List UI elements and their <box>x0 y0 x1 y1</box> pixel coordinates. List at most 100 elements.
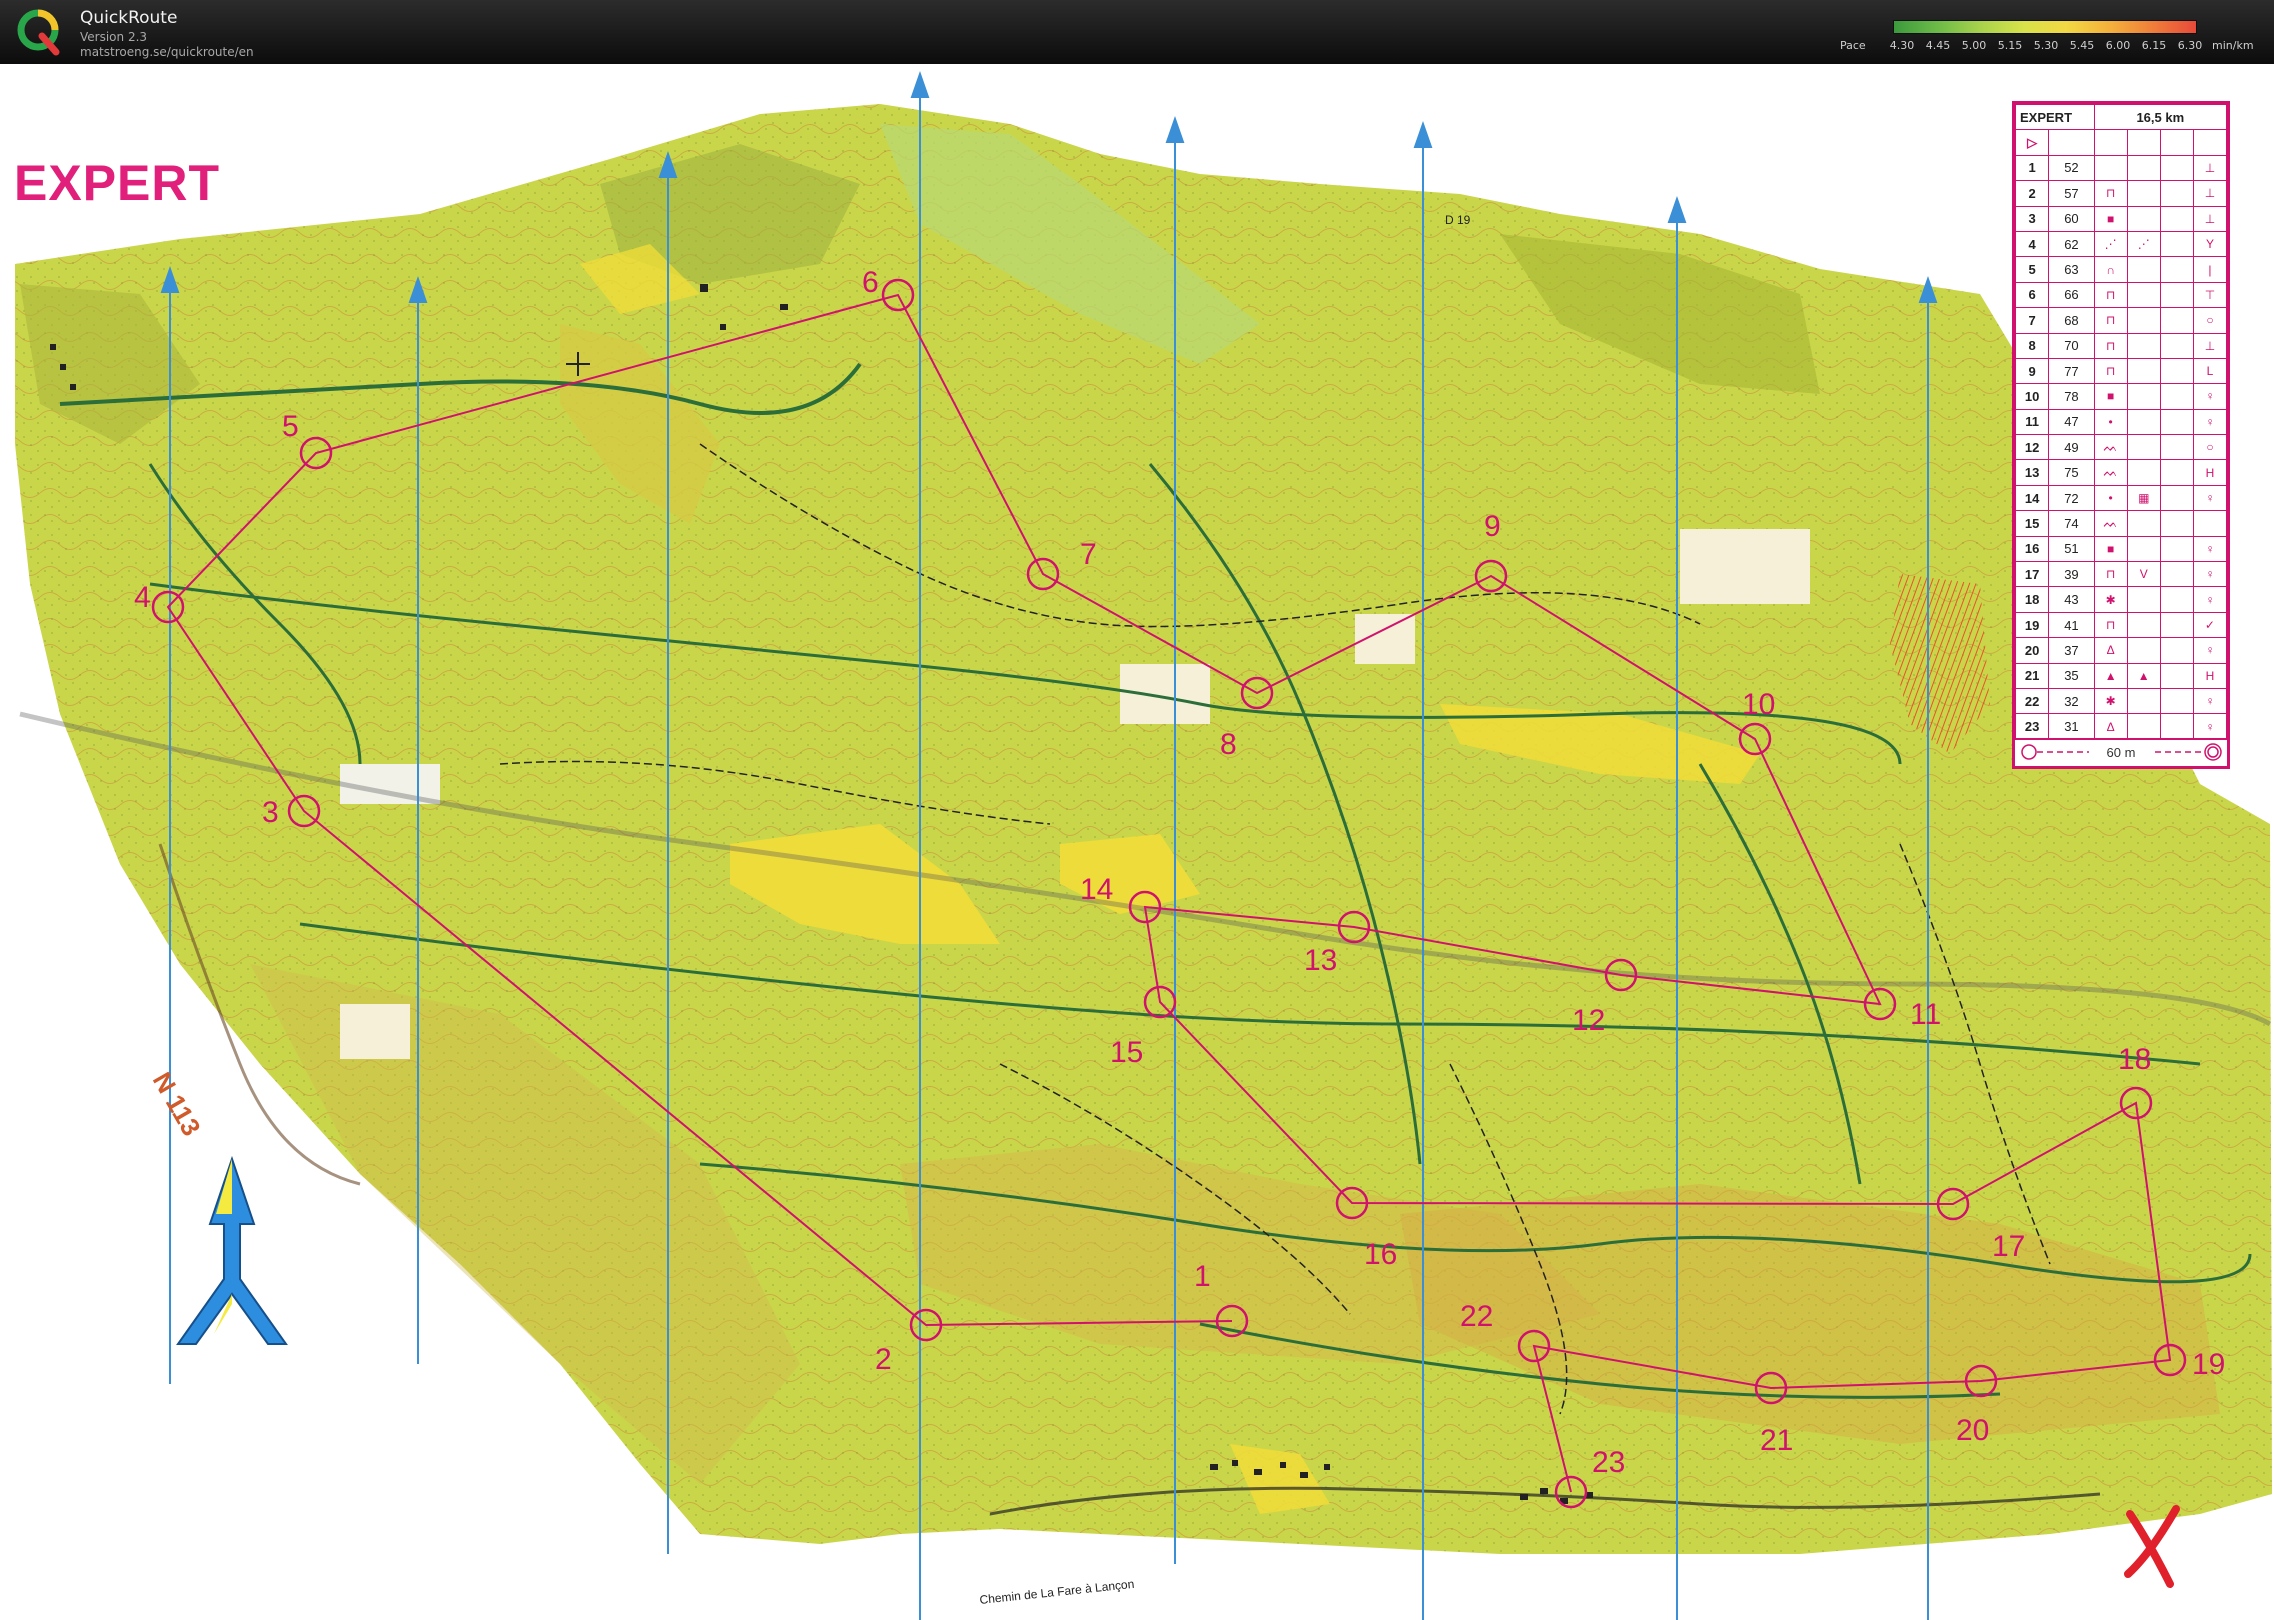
location-symbol: | <box>2192 256 2228 283</box>
appearance-symbol: V <box>2126 561 2161 588</box>
feature-symbol: ✱ <box>2093 586 2128 613</box>
control-code: 72 <box>2048 484 2095 512</box>
feature-symbol: ⊓ <box>2093 180 2128 207</box>
detail-symbol <box>2159 408 2194 436</box>
finish-distance: 60 m <box>2106 745 2136 760</box>
orienteering-map[interactable]: 1 2 3 4 5 6 7 8 9 10 11 12 13 14 15 16 1… <box>0 64 2274 1620</box>
feature-symbol: ⊓ <box>2093 307 2128 334</box>
detail-symbol <box>2159 713 2194 740</box>
control-label: 6 <box>862 266 879 299</box>
feature-symbol: ᨓ <box>2093 434 2128 461</box>
appearance-symbol <box>2126 180 2161 207</box>
feature-symbol: ■ <box>2093 205 2128 232</box>
feature-symbol: ⊓ <box>2093 561 2128 588</box>
feature-symbol: ■ <box>2093 383 2128 410</box>
location-symbol: H <box>2192 662 2228 689</box>
location-symbol: ○ <box>2192 434 2228 461</box>
appearance-symbol <box>2126 510 2161 537</box>
appearance-symbol <box>2126 687 2161 715</box>
detail-symbol <box>2159 332 2194 359</box>
location-symbol: ○ <box>2192 307 2228 334</box>
control-label: 13 <box>1304 944 1337 977</box>
appearance-symbol <box>2126 535 2161 563</box>
location-symbol: ⊥ <box>2192 154 2228 182</box>
control-code: 66 <box>2048 281 2095 309</box>
location-symbol: ♀ <box>2192 484 2228 512</box>
control-number: 5 <box>2014 256 2050 283</box>
control-code: 49 <box>2048 434 2095 461</box>
feature-symbol: Δ <box>2093 713 2128 740</box>
pace-tick: 5.15 <box>1997 39 2023 52</box>
appearance-symbol <box>2126 256 2161 283</box>
detail-symbol <box>2159 230 2194 258</box>
description-row: 12 49 ᨓ ○ <box>2014 434 2228 461</box>
control-number: 4 <box>2014 230 2050 258</box>
control-label: 15 <box>1110 1036 1143 1069</box>
control-code: 35 <box>2048 662 2095 689</box>
control-number: 1 <box>2014 154 2050 182</box>
appearance-symbol <box>2126 357 2161 385</box>
app-title: QuickRoute <box>80 8 178 28</box>
description-start-row: ▷ <box>2014 129 2228 156</box>
description-row: 9 77 ⊓ L <box>2014 357 2228 385</box>
road-label-n113: N 113 <box>147 1067 207 1141</box>
feature-symbol: • <box>2093 408 2128 436</box>
description-row: 10 78 ■ ♀ <box>2014 383 2228 410</box>
control-number: 8 <box>2014 332 2050 359</box>
control-number: 21 <box>2014 662 2050 689</box>
appearance-symbol <box>2126 154 2161 182</box>
description-row: 15 74 ᨓ <box>2014 510 2228 537</box>
control-code: 32 <box>2048 687 2095 715</box>
appearance-symbol: ▦ <box>2126 484 2161 512</box>
detail-symbol <box>2159 484 2194 512</box>
control-number: 15 <box>2014 510 2050 537</box>
location-symbol: ♀ <box>2192 637 2228 664</box>
feature-symbol: ⊓ <box>2093 357 2128 385</box>
control-number: 2 <box>2014 180 2050 207</box>
pace-tick: 5.00 <box>1961 39 1987 52</box>
control-number: 6 <box>2014 281 2050 309</box>
pace-tick: 5.45 <box>2069 39 2095 52</box>
description-row: 20 37 Δ ♀ <box>2014 637 2228 664</box>
feature-symbol: • <box>2093 484 2128 512</box>
control-number: 22 <box>2014 687 2050 715</box>
control-label: 17 <box>1992 1230 2025 1263</box>
appearance-symbol <box>2126 586 2161 613</box>
location-symbol: ♀ <box>2192 586 2228 613</box>
map-viewport[interactable]: 1 2 3 4 5 6 7 8 9 10 11 12 13 14 15 16 1… <box>0 64 2274 1620</box>
control-code: 57 <box>2048 180 2095 207</box>
control-code: 77 <box>2048 357 2095 385</box>
quickroute-logo-icon <box>17 9 60 56</box>
control-number: 14 <box>2014 484 2050 512</box>
appearance-symbol: ⋰ <box>2126 230 2161 258</box>
road-label-chemin: Chemin de La Fare à Lançon <box>979 1577 1135 1607</box>
location-symbol: ⊥ <box>2192 205 2228 232</box>
detail-symbol <box>2159 662 2194 689</box>
control-label: 18 <box>2118 1043 2151 1076</box>
app-url[interactable]: matstroeng.se/quickroute/en <box>80 45 254 59</box>
detail-symbol <box>2159 383 2194 410</box>
description-row: 14 72 • ▦ ♀ <box>2014 484 2228 512</box>
location-symbol: Y <box>2192 230 2228 258</box>
detail-symbol <box>2159 180 2194 207</box>
location-symbol: ✓ <box>2192 611 2228 639</box>
description-course-length: 16,5 km <box>2093 103 2228 131</box>
location-symbol: ⊤ <box>2192 281 2228 309</box>
control-label: 9 <box>1484 510 1501 543</box>
detail-symbol <box>2159 256 2194 283</box>
title-bar: QuickRoute Version 2.3 matstroeng.se/qui… <box>0 0 2274 64</box>
control-number: 17 <box>2014 561 2050 588</box>
control-label: 11 <box>1910 998 1941 1031</box>
control-number: 10 <box>2014 383 2050 410</box>
detail-symbol <box>2159 535 2194 563</box>
control-number: 11 <box>2014 408 2050 436</box>
control-number: 3 <box>2014 205 2050 232</box>
detail-symbol <box>2159 586 2194 613</box>
description-row: 2 57 ⊓ ⊥ <box>2014 180 2228 207</box>
description-row: 18 43 ✱ ♀ <box>2014 586 2228 613</box>
control-code: 74 <box>2048 510 2095 537</box>
feature-symbol: ᨓ <box>2093 510 2128 537</box>
detail-symbol <box>2159 434 2194 461</box>
description-row: 19 41 ⊓ ✓ <box>2014 611 2228 639</box>
control-code: 47 <box>2048 408 2095 436</box>
